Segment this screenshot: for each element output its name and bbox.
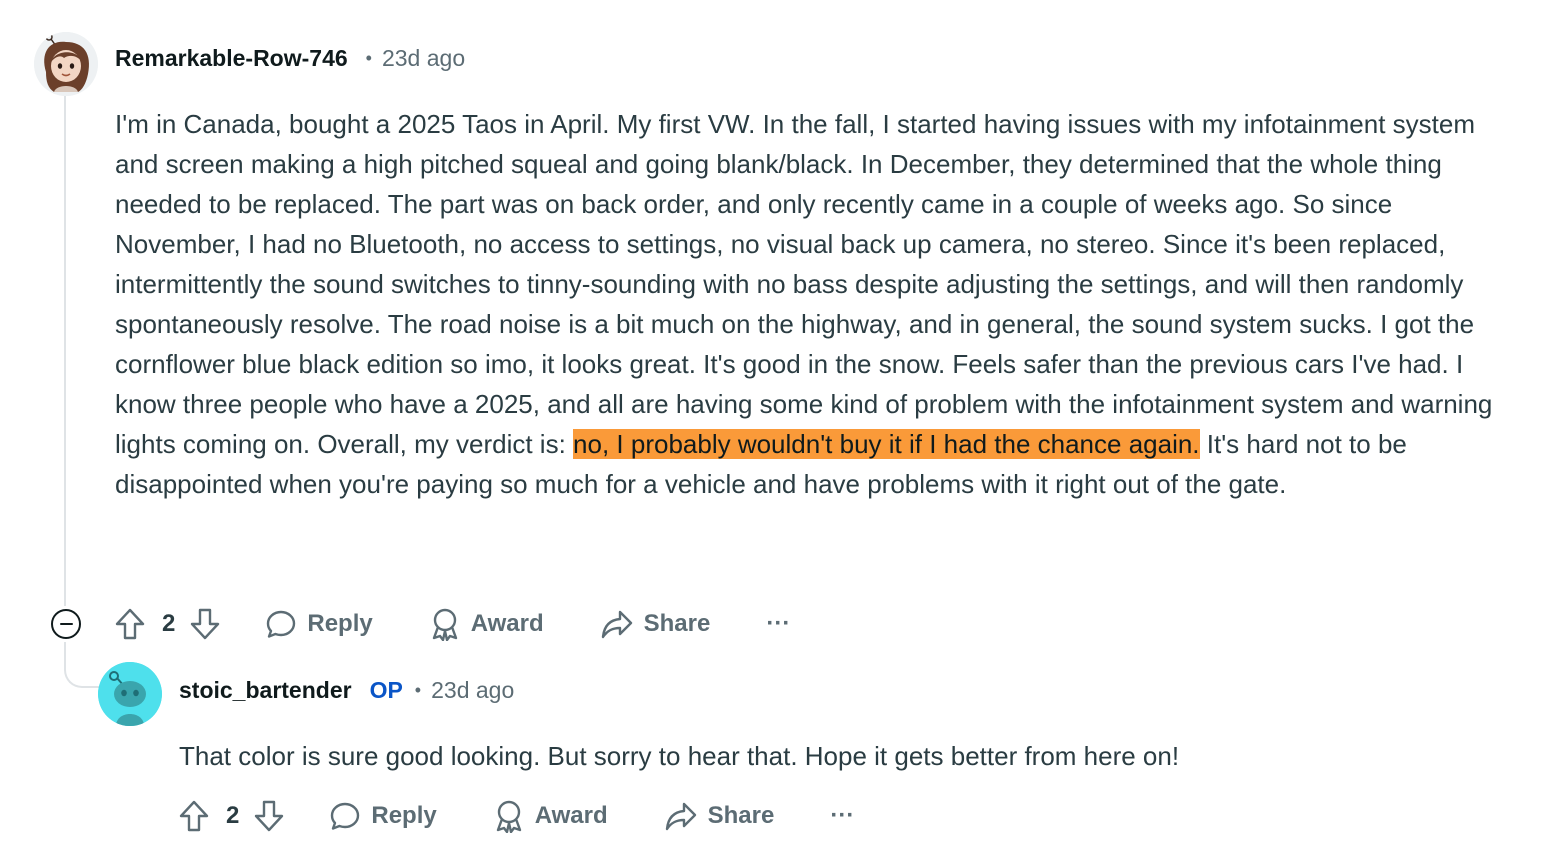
award-button[interactable]: Award: [429, 607, 544, 641]
downvote-icon[interactable]: [253, 799, 285, 833]
more-options-icon: ···: [766, 610, 791, 637]
reply-button[interactable]: Reply: [329, 800, 437, 832]
award-button[interactable]: Award: [493, 799, 608, 833]
share-button[interactable]: Share: [600, 608, 711, 640]
comment-body-text: I'm in Canada, bought a 2025 Taos in Apr…: [115, 109, 1493, 459]
award-label: Award: [534, 802, 608, 829]
comment-body: I'm in Canada, bought a 2025 Taos in Apr…: [115, 104, 1515, 504]
award-icon: [432, 608, 457, 641]
meta-separator: •: [414, 679, 422, 700]
reply-label: Reply: [307, 610, 373, 637]
minus-icon: [59, 622, 73, 626]
comment-bubble-icon: [331, 802, 360, 830]
comment-action-bar: 2 Reply Award Share ···: [114, 602, 790, 646]
vote-count: 2: [226, 802, 240, 829]
reply-username[interactable]: stoic_bartender: [179, 677, 352, 704]
more-options-button[interactable]: ···: [766, 610, 790, 638]
more-options-button[interactable]: ···: [830, 802, 854, 830]
reply-avatar[interactable]: [98, 662, 162, 726]
comment-bubble-icon: [267, 610, 296, 638]
reply-meta: stoic_bartender OP • 23d ago: [179, 675, 514, 705]
reply-timestamp[interactable]: 23d ago: [431, 677, 514, 704]
upvote-icon[interactable]: [178, 799, 210, 833]
share-button[interactable]: Share: [664, 800, 775, 832]
comment-meta: Remarkable-Row-746 • 23d ago: [115, 43, 465, 73]
comment-body-highlight: no, I probably wouldn't buy it if I had …: [573, 429, 1200, 459]
reply-body: That color is sure good looking. But sor…: [179, 741, 1180, 771]
reply-button[interactable]: Reply: [265, 608, 373, 640]
comment-timestamp[interactable]: 23d ago: [382, 45, 465, 72]
user-avatar-girl-icon: [34, 32, 98, 96]
share-icon: [665, 802, 696, 831]
snoo-avatar-icon: [98, 662, 162, 726]
op-badge: OP: [369, 676, 403, 703]
meta-separator: •: [365, 47, 372, 68]
thread-branch-line: [64, 642, 100, 688]
award-icon: [496, 800, 521, 833]
award-label: Award: [470, 610, 544, 637]
upvote-icon[interactable]: [114, 607, 146, 641]
vote-count: 2: [162, 610, 176, 637]
downvote-icon[interactable]: [189, 607, 221, 641]
share-label: Share: [643, 610, 711, 637]
share-icon: [601, 610, 632, 639]
comment-avatar[interactable]: [34, 32, 98, 96]
collapse-thread-button[interactable]: [51, 609, 81, 639]
reply-action-bar: 2 Reply Award Share ···: [178, 794, 854, 838]
share-label: Share: [707, 802, 775, 829]
reply-label: Reply: [371, 802, 437, 829]
more-options-icon: ···: [830, 802, 855, 829]
thread-line: [64, 96, 66, 606]
comment-username[interactable]: Remarkable-Row-746: [115, 45, 348, 72]
